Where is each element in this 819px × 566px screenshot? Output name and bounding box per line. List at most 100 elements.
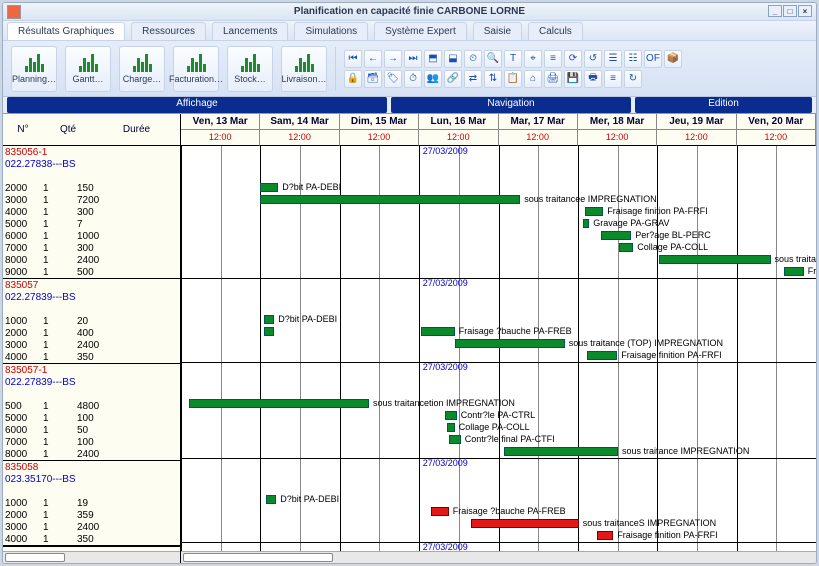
gantt-bar[interactable] (455, 339, 565, 348)
toolbar-btn-5[interactable]: ⬓ (444, 50, 462, 68)
toolbar-btn-6[interactable]: ⏲ (464, 50, 482, 68)
toolbar-btn-7[interactable]: 🔍 (484, 50, 502, 68)
toolbar-btn-1[interactable]: ← (364, 50, 382, 68)
toolbar-btn-0[interactable]: ⏮ (344, 50, 362, 68)
ribbon-charge-button[interactable]: Charge… (119, 46, 165, 92)
list-cell: 1 (43, 522, 77, 533)
gantt-bar[interactable] (471, 519, 579, 528)
toolbar-btn-29[interactable]: 🖶 (584, 70, 602, 88)
toolbar-btn-28[interactable]: 💾 (564, 70, 582, 88)
ribbon-livraison-button[interactable]: Livraison… (281, 46, 327, 92)
gantt-bar[interactable] (597, 531, 613, 540)
gantt-bar[interactable] (260, 195, 520, 204)
tab-saisie[interactable]: Saisie (473, 22, 522, 40)
toolbar-btn-26[interactable]: ⌂ (524, 70, 542, 88)
gantt-bar[interactable] (264, 315, 274, 324)
toolbar-btn-9[interactable]: ⌖ (524, 50, 542, 68)
order-id[interactable]: 835056-1 (3, 147, 43, 158)
ribbon-label: Stock… (234, 74, 266, 84)
toolbar-btn-17[interactable]: 🔒 (344, 70, 362, 88)
ribbon-facture-button[interactable]: Facturation… (173, 46, 219, 92)
toolbar-btn-20[interactable]: ⏱ (404, 70, 422, 88)
toolbar-btn-21[interactable]: 👥 (424, 70, 442, 88)
toolbar-btn-19[interactable]: 🏷 (384, 70, 402, 88)
maximize-button[interactable]: □ (783, 5, 797, 17)
gantt-bar[interactable] (189, 399, 369, 408)
close-button[interactable]: × (798, 5, 812, 17)
list-cell: 500 (3, 401, 43, 412)
ribbon-gantt-button[interactable]: Gantt… (65, 46, 111, 92)
gantt-bar[interactable] (583, 219, 589, 228)
gantt-bar[interactable] (264, 327, 274, 336)
order-id[interactable]: 835057 (3, 280, 43, 291)
gantt-bar[interactable] (447, 423, 455, 432)
day-header: Mer, 18 Mar 2009 (578, 114, 657, 130)
gantt-bar[interactable] (445, 411, 457, 420)
tab-r-sultats-graphiques[interactable]: Résultats Graphiques (7, 22, 125, 40)
gantt-bar[interactable] (659, 255, 771, 264)
toolbar-btn-25[interactable]: 📋 (504, 70, 522, 88)
list-cell: 1 (43, 267, 77, 278)
gantt-bar[interactable] (266, 495, 276, 504)
ribbon-stock-button[interactable]: Stock… (227, 46, 273, 92)
day-header: Ven, 20 Mar 2009 (737, 114, 816, 130)
gantt-bar[interactable] (504, 447, 618, 456)
gantt-grid[interactable]: 27/03/2009D?bit PA-DEBIsous traitancee I… (181, 146, 816, 551)
order-id[interactable]: 835058 (3, 462, 43, 473)
tab-lancements[interactable]: Lancements (212, 22, 288, 40)
order-ref[interactable]: 022.27839---BS (3, 292, 76, 303)
tab-ressources[interactable]: Ressources (131, 22, 206, 40)
toolbar-btn-2[interactable]: → (384, 50, 402, 68)
section-affichage: Affichage (7, 97, 387, 113)
toolbar-btn-24[interactable]: ⇅ (484, 70, 502, 88)
list-cell: 1 (43, 437, 77, 448)
day-header: Mar, 17 Mar 2009 (499, 114, 578, 130)
gantt-bar[interactable] (587, 351, 617, 360)
h-scrollbar-left[interactable] (3, 551, 180, 563)
list-cell: 350 (77, 352, 137, 363)
toolbar-btn-8[interactable]: T (504, 50, 522, 68)
toolbar-btn-3[interactable]: ⏭ (404, 50, 422, 68)
gantt-left-body[interactable]: 835056-1022.27838---BS200011503000172004… (3, 146, 180, 551)
toolbar-btn-12[interactable]: ↺ (584, 50, 602, 68)
ribbon: Planning… Gantt… Charge… Facturation… Stock…… (3, 41, 816, 97)
gantt-bar[interactable] (585, 207, 603, 216)
list-cell: 6000 (3, 231, 43, 242)
order-id[interactable]: 835057-1 (3, 365, 43, 376)
ribbon-planning-button[interactable]: Planning… (11, 46, 57, 92)
toolbar-btn-13[interactable]: ☰ (604, 50, 622, 68)
tab-syst-me-expert[interactable]: Système Expert (374, 22, 467, 40)
tab-simulations[interactable]: Simulations (294, 22, 368, 40)
toolbar-btn-31[interactable]: ↻ (624, 70, 642, 88)
gantt-bar[interactable] (601, 231, 631, 240)
gantt-bar[interactable] (449, 435, 461, 444)
tab-calculs[interactable]: Calculs (528, 22, 583, 40)
toolbar-btn-16[interactable]: 📦 (664, 50, 682, 68)
toolbar-btn-18[interactable]: 🗃 (364, 70, 382, 88)
minimize-button[interactable]: _ (768, 5, 782, 17)
toolbar-btn-30[interactable]: ≡ (604, 70, 622, 88)
toolbar-btn-11[interactable]: ⟳ (564, 50, 582, 68)
ribbon-label: Gantt… (72, 74, 103, 84)
toolbar-btn-23[interactable]: ⇄ (464, 70, 482, 88)
toolbar-btn-27[interactable]: 🖨 (544, 70, 562, 88)
list-cell: 1 (43, 243, 77, 254)
planning-icon (22, 54, 46, 72)
toolbar-btn-14[interactable]: ☷ (624, 50, 642, 68)
list-cell: 359 (77, 510, 137, 521)
gantt-bar[interactable] (619, 243, 633, 252)
toolbar-btn-4[interactable]: ⬒ (424, 50, 442, 68)
gantt-bar[interactable] (260, 183, 278, 192)
gantt-bar[interactable] (784, 267, 804, 276)
toolbar-btn-15[interactable]: OF (644, 50, 662, 68)
list-cell: 1 (43, 316, 77, 327)
order-ref[interactable]: 023.35170---BS (3, 474, 76, 485)
gantt-bar[interactable] (421, 327, 455, 336)
gantt-bar[interactable] (431, 507, 449, 516)
toolbar-btn-22[interactable]: 🔗 (444, 70, 462, 88)
toolbar-btn-10[interactable]: ≡ (544, 50, 562, 68)
ribbon-label: Charge… (123, 74, 162, 84)
order-ref[interactable]: 022.27838---BS (3, 159, 76, 170)
h-scrollbar-right[interactable] (181, 551, 816, 563)
order-ref[interactable]: 022.27839---BS (3, 377, 76, 388)
